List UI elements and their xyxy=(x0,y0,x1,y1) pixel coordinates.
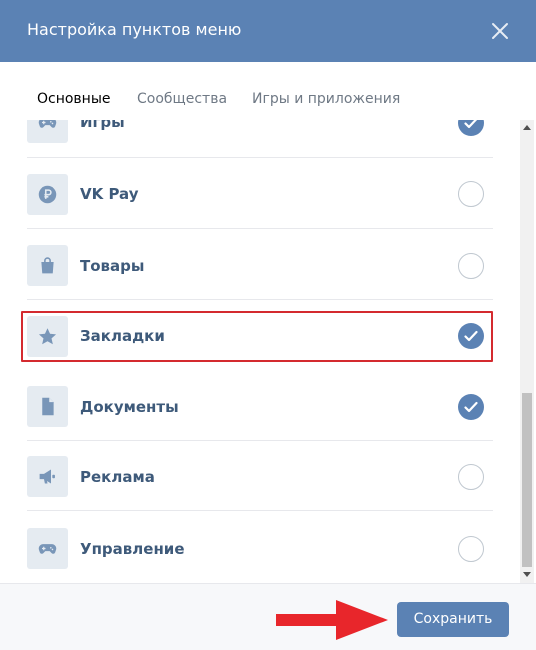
checkbox-documents[interactable] xyxy=(458,394,484,420)
scroll-up-icon[interactable] xyxy=(523,124,531,130)
tab-bar: Основные Сообщества Игры и приложения xyxy=(0,62,536,120)
list-item-label: Товары xyxy=(80,257,145,275)
tab-communities[interactable]: Сообщества xyxy=(137,90,227,108)
divider xyxy=(27,510,493,511)
star-icon xyxy=(27,316,68,357)
list-item-management[interactable]: Управление xyxy=(27,512,493,582)
document-icon xyxy=(27,386,68,427)
checkmark-icon xyxy=(464,330,478,342)
list-item-label: Управление xyxy=(80,540,185,558)
megaphone-icon xyxy=(27,456,68,497)
list-item-ads[interactable]: Реклама xyxy=(27,441,493,511)
list-item-games[interactable]: Игры xyxy=(27,120,493,158)
list-item-label: Реклама xyxy=(80,468,155,486)
list-item-goods[interactable]: Товары xyxy=(27,230,493,300)
close-button[interactable] xyxy=(486,17,514,45)
list-item-label: VK Pay xyxy=(80,185,139,203)
list-item-vk-pay[interactable]: VK Pay xyxy=(27,159,493,229)
tab-games-apps[interactable]: Игры и приложения xyxy=(252,90,400,108)
close-icon xyxy=(492,23,508,39)
arrow-right-icon xyxy=(276,600,388,640)
list-item-label: Игры xyxy=(80,120,125,131)
gamepad-icon xyxy=(27,120,68,143)
save-button[interactable]: Сохранить xyxy=(397,602,509,637)
checkbox-management[interactable] xyxy=(458,536,484,562)
list-item-bookmarks[interactable]: Закладки xyxy=(27,301,493,371)
dialog-title: Настройка пунктов меню xyxy=(27,20,242,39)
scrollbar-thumb[interactable] xyxy=(522,393,532,567)
ruble-coin-icon xyxy=(27,174,68,215)
scrollbar[interactable] xyxy=(520,120,534,583)
checkbox-vk-pay[interactable] xyxy=(458,181,484,207)
list-item-label: Закладки xyxy=(80,327,165,345)
dialog-footer: Сохранить xyxy=(0,583,536,650)
checkmark-icon xyxy=(464,120,478,129)
checkmark-icon xyxy=(464,401,478,413)
checkbox-goods[interactable] xyxy=(458,253,484,279)
divider xyxy=(27,157,493,158)
divider xyxy=(27,228,493,229)
shopping-bag-icon xyxy=(27,245,68,286)
scroll-down-icon[interactable] xyxy=(523,572,531,578)
dialog-header: Настройка пунктов меню xyxy=(0,0,536,62)
list-item-documents[interactable]: Документы xyxy=(27,371,493,441)
gamepad-icon xyxy=(27,528,68,569)
checkbox-bookmarks[interactable] xyxy=(458,323,484,349)
checkbox-games[interactable] xyxy=(458,120,484,136)
checkbox-ads[interactable] xyxy=(458,464,484,490)
tab-main[interactable]: Основные xyxy=(37,90,111,108)
list-item-label: Документы xyxy=(80,398,179,416)
divider xyxy=(27,299,493,300)
menu-items-list: Игры VK Pay Товары Закладки Документы Ре… xyxy=(0,120,520,583)
